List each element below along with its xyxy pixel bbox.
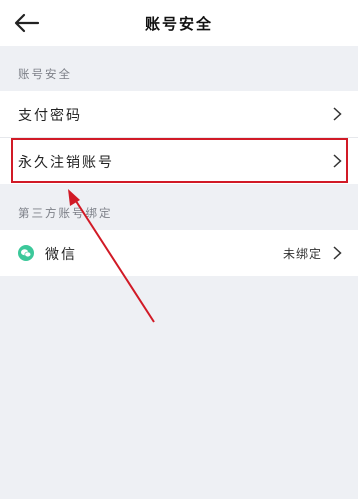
chevron-right-icon — [333, 107, 342, 121]
section-label-third-party-binding: 第三方账号绑定 — [18, 206, 113, 220]
section-label-account-security: 账号安全 — [18, 67, 72, 81]
top-bar: 账号安全 — [0, 0, 358, 46]
wechat-icon — [18, 245, 34, 261]
payment-password-label: 支付密码 — [18, 108, 82, 124]
wechat-binding-status: 未绑定 — [282, 247, 322, 261]
wechat-binding-row[interactable]: 微信 未绑定 — [0, 230, 358, 276]
delete-account-label: 永久注销账号 — [18, 155, 114, 171]
chevron-right-icon — [333, 154, 342, 168]
chevron-right-icon — [333, 246, 342, 260]
wechat-label: 微信 — [45, 247, 77, 263]
delete-account-row[interactable]: 永久注销账号 — [0, 138, 358, 184]
page-title: 账号安全 — [144, 15, 213, 33]
payment-password-row[interactable]: 支付密码 — [0, 91, 358, 137]
